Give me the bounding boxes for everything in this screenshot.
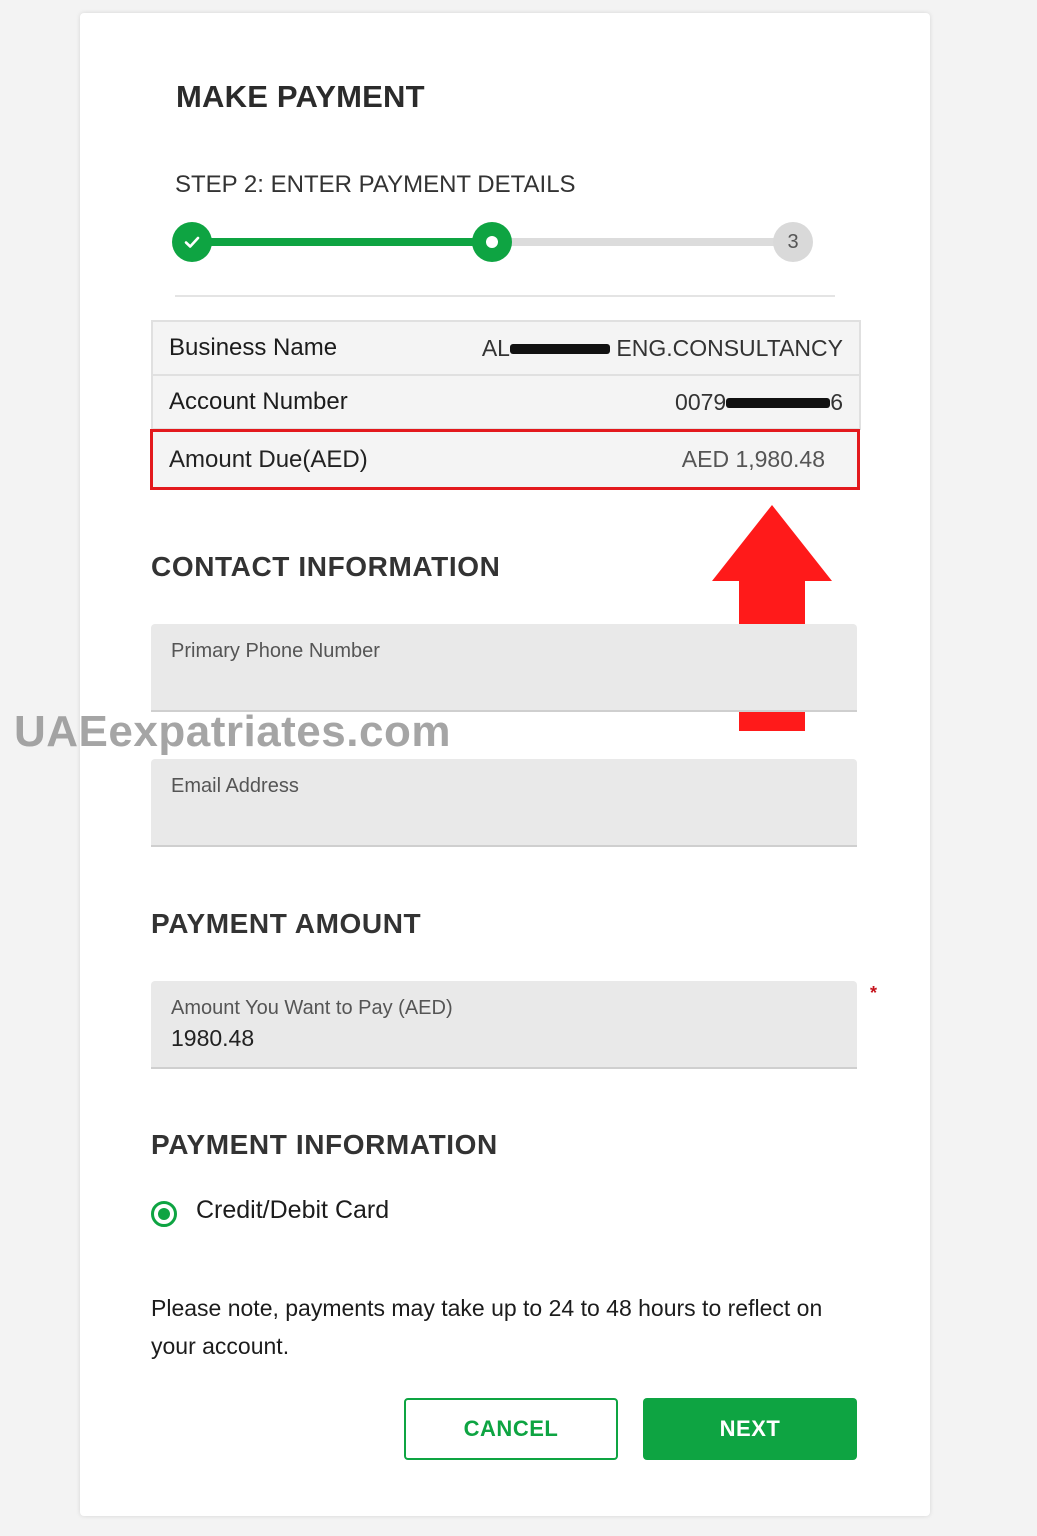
email-address-field[interactable]: Email Address bbox=[151, 759, 857, 847]
credit-debit-radio[interactable] bbox=[151, 1201, 177, 1227]
payment-card: MAKE PAYMENT STEP 2: ENTER PAYMENT DETAI… bbox=[14, 13, 930, 1516]
account-number-value: 0079 6 bbox=[675, 389, 843, 416]
amount-to-pay-value: 1980.48 bbox=[171, 1025, 255, 1051]
current-step-dot bbox=[486, 236, 498, 248]
progress-track-remaining bbox=[492, 238, 794, 246]
business-name-row: Business Name AL ENG.CONSULTANCY bbox=[153, 322, 859, 376]
payment-information-heading: PAYMENT INFORMATION bbox=[151, 1129, 498, 1160]
account-number-suffix: 6 bbox=[830, 388, 843, 415]
account-summary-table: Business Name AL ENG.CONSULTANCY Account… bbox=[151, 320, 861, 430]
step-3-indicator: 3 bbox=[773, 222, 813, 262]
check-icon bbox=[184, 236, 200, 248]
redaction-mark bbox=[726, 398, 831, 409]
page-title: MAKE PAYMENT bbox=[176, 79, 425, 114]
amount-due-label: Amount Due(AED) bbox=[169, 445, 368, 473]
amount-due-value: AED 1,980.48 bbox=[681, 446, 825, 472]
required-marker: * bbox=[870, 983, 878, 1003]
business-name-label: Business Name bbox=[169, 334, 338, 361]
divider bbox=[175, 295, 835, 297]
credit-debit-label[interactable]: Credit/Debit Card bbox=[196, 1196, 389, 1225]
processing-note: Please note, payments may take up to 24 … bbox=[151, 1295, 823, 1359]
account-number-row: Account Number 0079 6 bbox=[153, 376, 859, 430]
redaction-mark bbox=[509, 344, 610, 355]
step-3-label: 3 bbox=[787, 230, 799, 253]
amount-to-pay-field[interactable]: Amount You Want to Pay (AED) 1980.48 bbox=[151, 981, 857, 1069]
business-name-suffix: ENG.CONSULTANCY bbox=[616, 334, 843, 361]
step-title: STEP 2: ENTER PAYMENT DETAILS bbox=[175, 171, 576, 198]
business-name-value: AL ENG.CONSULTANCY bbox=[482, 335, 843, 362]
primary-phone-label: Primary Phone Number bbox=[171, 640, 380, 662]
business-name-prefix: AL bbox=[481, 334, 510, 361]
contact-information-heading: CONTACT INFORMATION bbox=[151, 551, 501, 582]
step-1-indicator bbox=[172, 222, 212, 262]
watermark: UAEexpatriates.com bbox=[14, 707, 451, 756]
email-address-label: Email Address bbox=[171, 775, 299, 797]
amount-due-row: Amount Due(AED) AED 1,980.48 bbox=[150, 429, 860, 490]
cancel-button[interactable]: CANCEL bbox=[404, 1398, 618, 1460]
amount-to-pay-label: Amount You Want to Pay (AED) bbox=[171, 997, 453, 1019]
radio-selected-dot bbox=[158, 1208, 170, 1220]
payment-amount-heading: PAYMENT AMOUNT bbox=[151, 908, 422, 939]
account-number-prefix: 0079 bbox=[675, 388, 727, 415]
primary-phone-field[interactable]: Primary Phone Number bbox=[151, 624, 857, 712]
next-button[interactable]: NEXT bbox=[643, 1398, 857, 1460]
step-2-indicator bbox=[472, 222, 512, 262]
progress-track-completed bbox=[190, 238, 492, 246]
account-number-label: Account Number bbox=[169, 388, 348, 415]
